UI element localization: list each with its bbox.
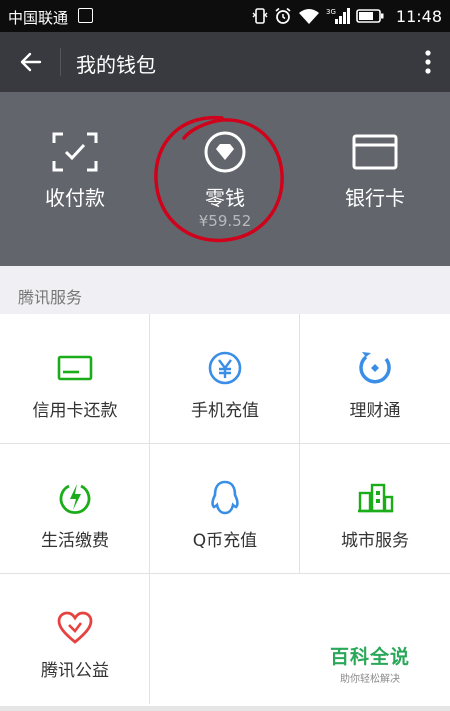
wallet-header: 收付款 零钱 ¥59.52 银行卡 xyxy=(0,92,450,266)
service-city[interactable]: 城市服务 xyxy=(300,444,450,574)
receive-pay-item[interactable]: 收付款 xyxy=(0,92,150,266)
qr-scan-icon xyxy=(51,128,99,176)
watermark-title: 百科全说 xyxy=(329,646,410,668)
back-arrow-icon xyxy=(20,52,42,72)
service-charity[interactable]: 腾讯公益 xyxy=(0,574,150,704)
wifi-icon xyxy=(298,8,320,24)
status-icons: 3G 11:48 xyxy=(252,5,442,27)
toolbar-divider xyxy=(60,48,61,76)
yen-coin-icon xyxy=(205,348,245,388)
section-title: 腾讯服务 xyxy=(18,288,83,307)
watermark: 百科全说 助你轻松解决 xyxy=(320,642,420,685)
change-balance: ¥59.52 xyxy=(198,212,252,230)
empty-cell xyxy=(150,576,450,706)
more-menu-button[interactable] xyxy=(420,46,436,78)
service-phone-recharge[interactable]: 手机充值 xyxy=(150,314,300,444)
service-wealth[interactable]: 理财通 xyxy=(300,314,450,444)
watermark-subtitle: 助你轻松解决 xyxy=(340,674,400,685)
gallery-icon xyxy=(78,8,93,23)
penguin-icon xyxy=(205,478,245,518)
battery-icon xyxy=(356,9,384,23)
bank-card-icon xyxy=(351,128,399,176)
service-qcoin-recharge[interactable]: Q币充值 xyxy=(150,444,300,574)
lightning-icon xyxy=(55,478,95,518)
city-icon xyxy=(355,478,395,518)
heart-icon xyxy=(55,608,95,648)
signal-icon: 3G xyxy=(326,7,350,25)
service-label: 腾讯公益 xyxy=(41,661,109,681)
service-label: Q币充值 xyxy=(192,531,258,551)
clock: 11:48 xyxy=(395,6,442,26)
service-utilities[interactable]: 生活缴费 xyxy=(0,444,150,574)
change-label: 零钱 xyxy=(205,186,245,210)
app-toolbar: 我的钱包 xyxy=(0,32,450,92)
bottom-strip xyxy=(0,706,450,711)
page-title: 我的钱包 xyxy=(76,53,156,77)
service-credit-card-repay[interactable]: 信用卡还款 xyxy=(0,314,150,444)
service-label: 城市服务 xyxy=(341,531,409,551)
status-bar: 中国联通 3G 11:48 xyxy=(0,0,450,32)
alarm-icon xyxy=(274,7,292,25)
bank-card-item[interactable]: 银行卡 xyxy=(300,92,450,266)
wealth-icon xyxy=(355,348,395,388)
credit-card-icon xyxy=(55,348,95,388)
more-vertical-icon xyxy=(425,50,431,74)
vibrate-icon xyxy=(252,7,268,25)
receive-pay-label: 收付款 xyxy=(45,186,105,210)
service-label: 生活缴费 xyxy=(41,531,109,551)
service-label: 理财通 xyxy=(349,401,401,421)
service-label: 手机充值 xyxy=(191,401,259,421)
carrier-name: 中国联通 xyxy=(8,9,69,27)
network-type: 3G xyxy=(326,8,336,16)
change-balance-item[interactable]: 零钱 ¥59.52 xyxy=(150,92,300,266)
bank-card-label: 银行卡 xyxy=(345,186,405,210)
back-button[interactable] xyxy=(14,46,48,78)
service-label: 信用卡还款 xyxy=(32,401,118,421)
change-wallet-icon xyxy=(201,128,249,176)
